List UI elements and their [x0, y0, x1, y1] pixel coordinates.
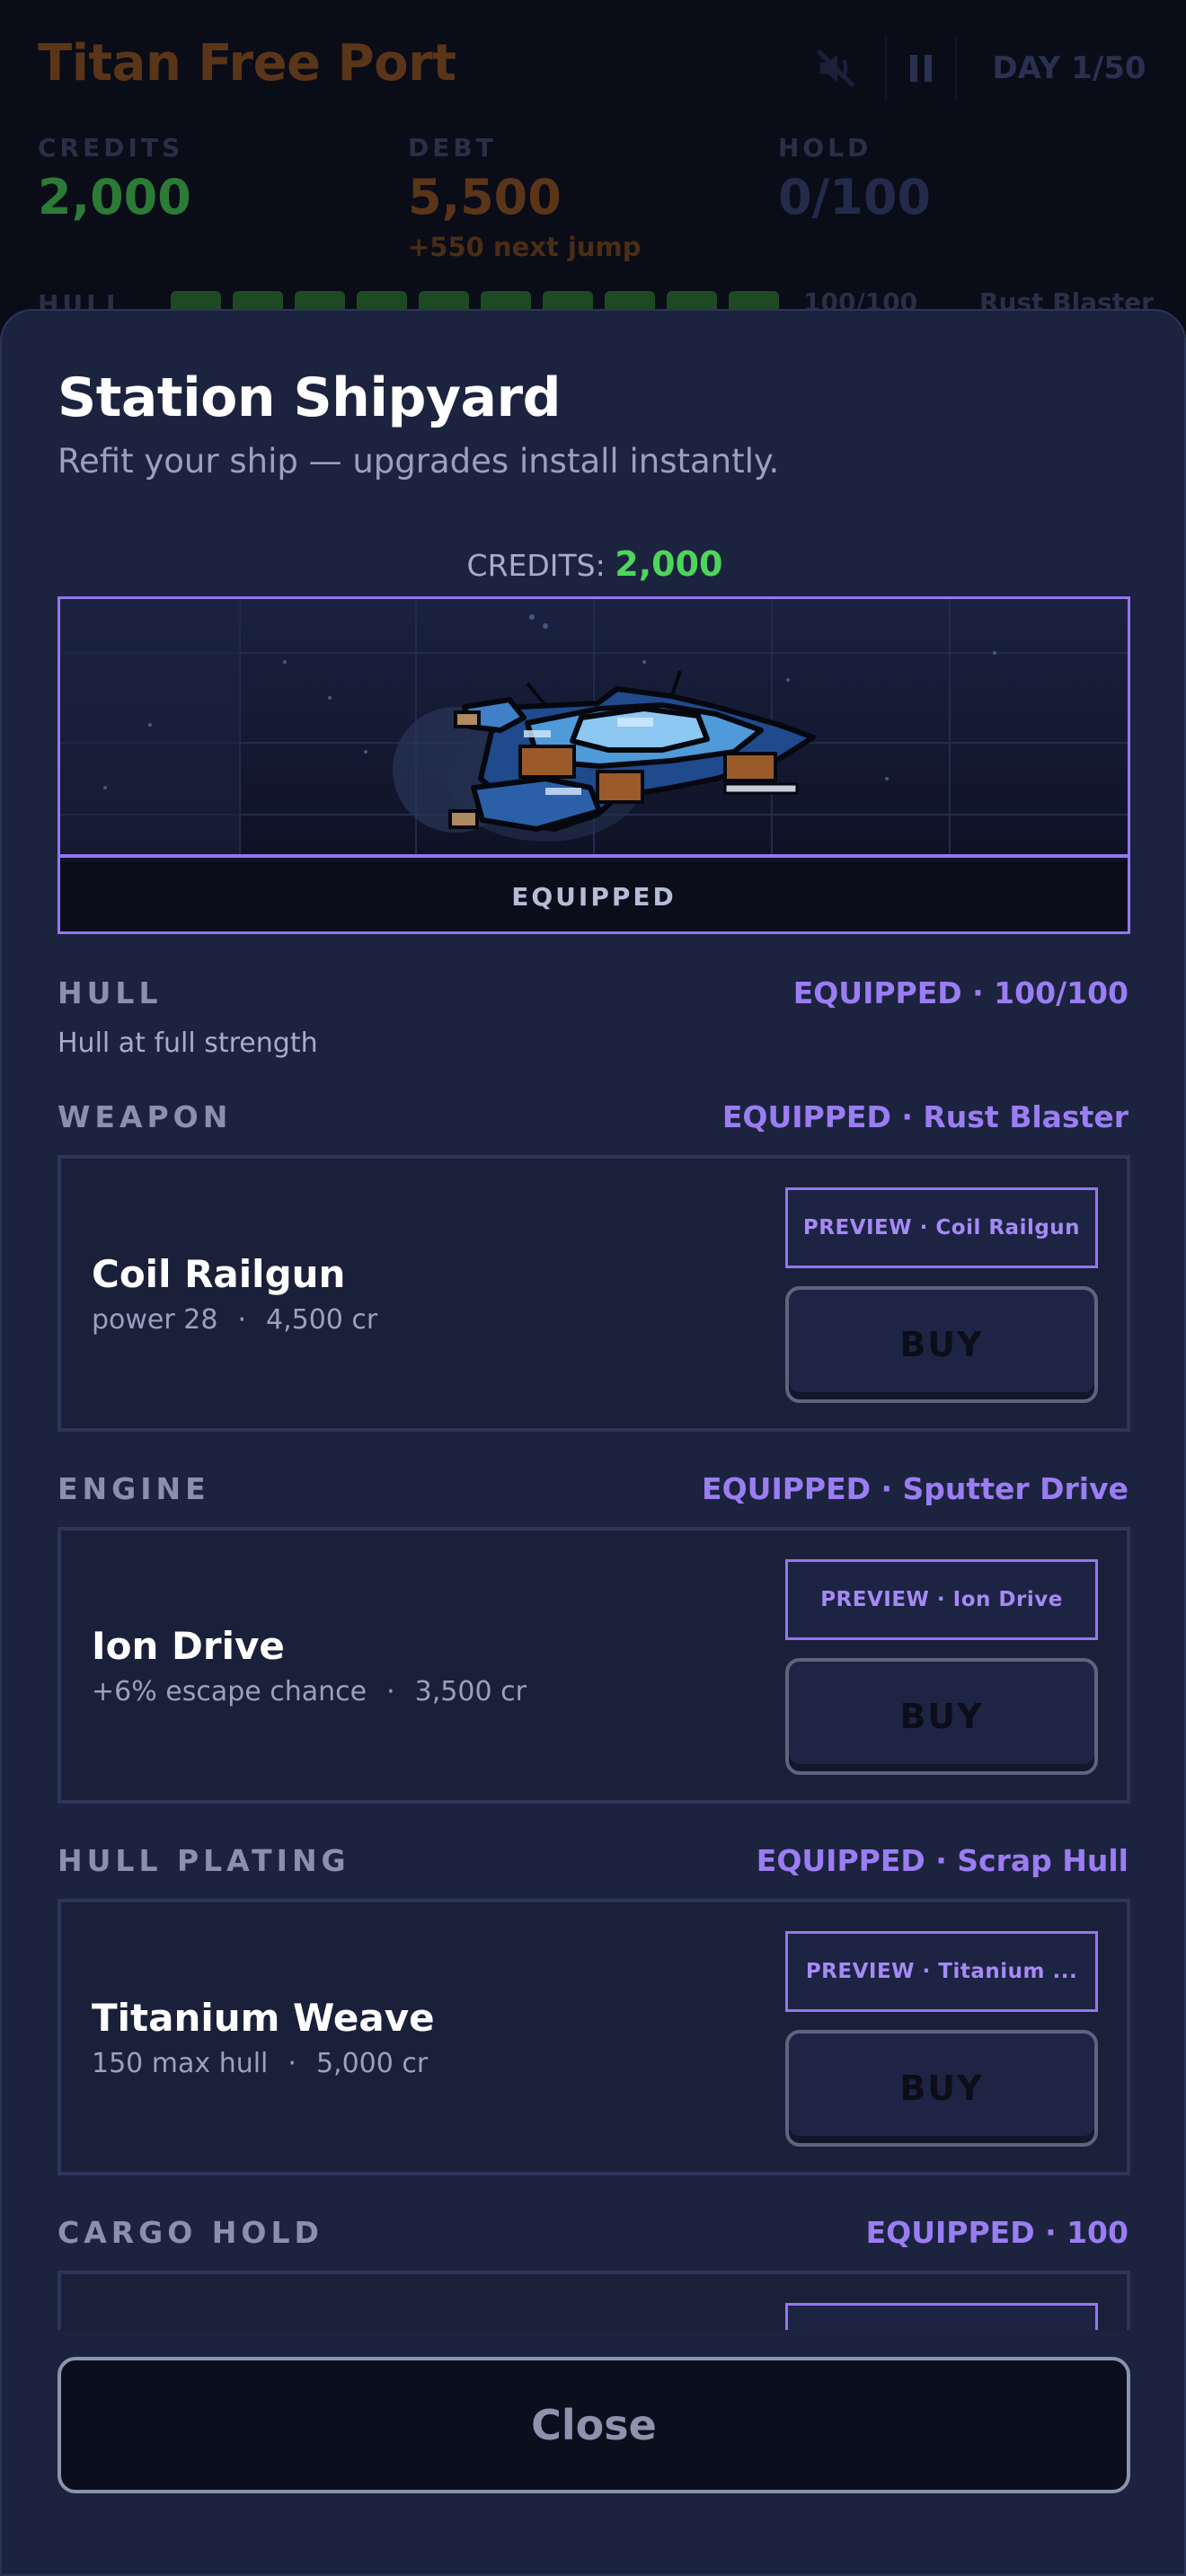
sound-toggle-button[interactable]: [800, 36, 872, 101]
modal-title: Station Shipyard: [58, 366, 562, 429]
modal-credits-label: CREDITS:: [466, 548, 606, 583]
meta-separator: ·: [288, 2048, 296, 2079]
item-card-ion-drive: Ion Drive +6% escape chance · 3,500 cr PRE…: [58, 1527, 1130, 1804]
modal-subtitle: Refit your ship — upgrades install insta…: [58, 442, 780, 481]
modal-footer: Close: [2, 2330, 1184, 2574]
item-stat: 150 max hull: [92, 2048, 269, 2079]
item-card-titanium-weave: Titanium Weave 150 max hull · 5,000 cr PRE…: [58, 1899, 1130, 2175]
item-name: Ion Drive: [92, 1624, 285, 1668]
item-stat: power 28: [92, 1304, 218, 1336]
debt-value: 5,500: [408, 169, 562, 225]
section-status-hull: EQUIPPED · 100/100: [792, 975, 1128, 1010]
preview-status: EQUIPPED: [60, 861, 1128, 931]
buy-button[interactable]: BUY: [785, 1658, 1098, 1775]
shipyard-modal: Station Shipyard Refit your ship — upgra…: [0, 309, 1186, 2576]
meta-separator: ·: [237, 1304, 246, 1336]
preview-button[interactable]: PREVIEW · Titanium ...: [785, 1931, 1098, 2012]
meta-separator: ·: [386, 1676, 395, 1707]
item-meta: +6% escape chance · 3,500 cr: [92, 1676, 527, 1707]
item-name: Titanium Weave: [92, 1996, 435, 2040]
ship-preview-scene: [60, 599, 1128, 858]
modal-credits: CREDITS: 2,000: [2, 544, 1184, 584]
section-status-hull-plating: EQUIPPED · Scrap Hull: [756, 1843, 1128, 1878]
item-price: 5,000 cr: [315, 2048, 429, 2079]
day-counter: DAY 1/50: [992, 50, 1146, 86]
buy-button[interactable]: BUY: [785, 1286, 1098, 1403]
section-label-hull: HULL: [58, 975, 163, 1010]
section-label-hull-plating: HULL PLATING: [58, 1843, 350, 1878]
item-meta: 150 max hull · 5,000 cr: [92, 2048, 428, 2079]
section-status-weapon: EQUIPPED · Rust Blaster: [721, 1099, 1128, 1134]
buy-button[interactable]: BUY: [785, 2030, 1098, 2147]
item-price: 4,500 cr: [265, 1304, 378, 1336]
modal-credits-value: 2,000: [615, 544, 723, 584]
item-stat: +6% escape chance: [92, 1676, 367, 1707]
debt-label: DEBT: [408, 133, 497, 163]
credits-label: CREDITS: [38, 133, 184, 163]
station-name: Titan Free Port: [38, 34, 456, 93]
pause-icon: [910, 55, 932, 82]
section-status-cargo-hold: EQUIPPED · 100: [865, 2215, 1128, 2250]
preview-button[interactable]: PREVIEW · Coil Railgun: [785, 1187, 1098, 1268]
item-name: Coil Railgun: [92, 1252, 346, 1296]
pause-button[interactable]: [885, 36, 957, 101]
hull-note: Hull at full strength: [58, 1028, 318, 1059]
credits-value: 2,000: [38, 169, 191, 225]
close-button[interactable]: Close: [58, 2357, 1130, 2493]
ship-preview: EQUIPPED: [58, 596, 1130, 934]
item-card-coil-railgun: Coil Railgun power 28 · 4,500 cr PREVIEW ·…: [58, 1155, 1130, 1432]
section-label-weapon: WEAPON: [58, 1099, 233, 1134]
hud-background: Titan Free Port DAY 1/50 CREDITS 2,000 D…: [0, 0, 1186, 359]
hold-value: 0/100: [778, 169, 932, 225]
section-label-cargo-hold: CARGO HOLD: [58, 2215, 323, 2250]
sound-muted-icon: [816, 49, 855, 88]
ship-sprite: [448, 670, 816, 832]
debt-next-jump: +550 next jump: [408, 232, 642, 262]
item-meta: power 28 · 4,500 cr: [92, 1304, 377, 1336]
section-label-engine: ENGINE: [58, 1471, 210, 1506]
preview-button[interactable]: PREVIEW · Ion Drive: [785, 1559, 1098, 1640]
section-status-engine: EQUIPPED · Sputter Drive: [702, 1471, 1128, 1506]
hold-label: HOLD: [778, 133, 872, 163]
item-price: 3,500 cr: [414, 1676, 527, 1707]
